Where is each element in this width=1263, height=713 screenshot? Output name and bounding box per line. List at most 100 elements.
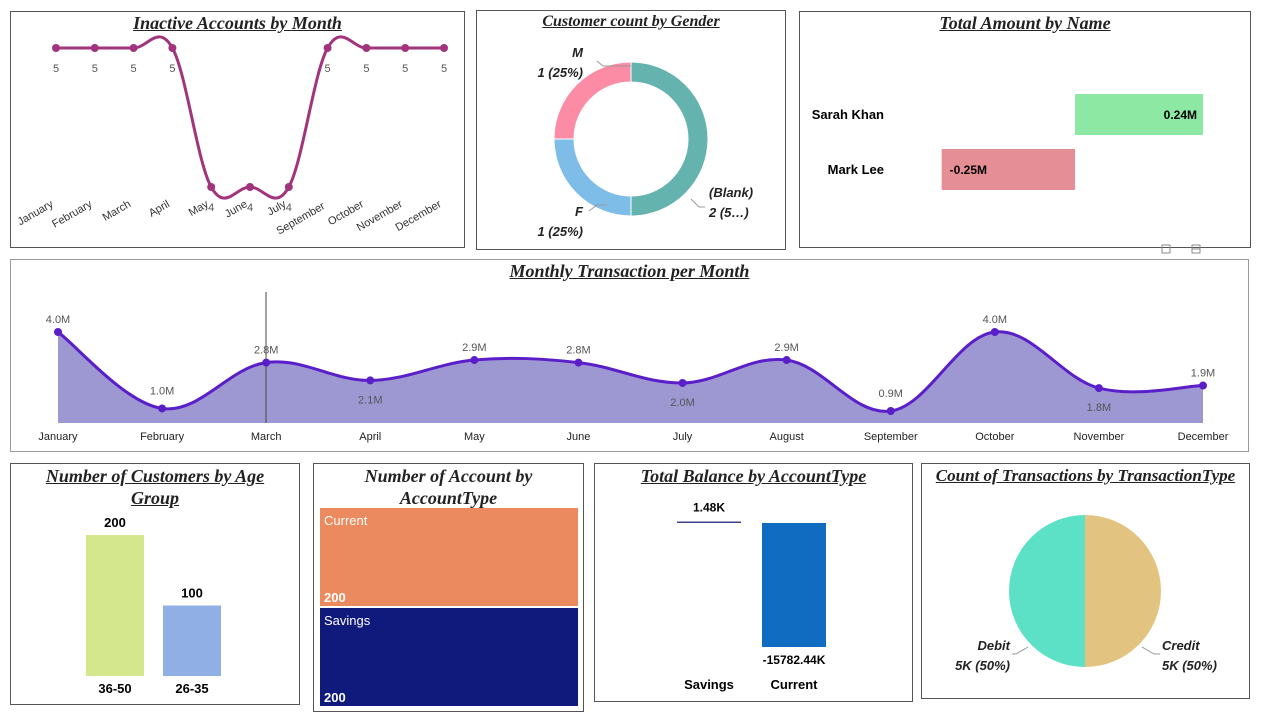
txntype-leader-credit	[1141, 646, 1160, 655]
inactive-x-tick-label: February	[50, 198, 95, 231]
monthly-data-label: 2.9M	[774, 342, 798, 354]
txntype-value-debit: 5K (50%)	[955, 658, 1010, 673]
txntype-panel[interactable]: Count of Transactions by TransactionType…	[921, 463, 1250, 699]
monthly-x-tick-label: June	[567, 431, 591, 443]
gender-donut-chart: M 1 (25%) F 1 (25%) (Blank) 2 (5…)	[537, 45, 753, 239]
balance-value-label: 1.48K	[693, 501, 725, 515]
monthly-point	[1199, 381, 1207, 390]
monthly-point	[886, 407, 895, 415]
txntype-slice-credit	[1085, 515, 1161, 667]
balance-bar	[677, 521, 741, 523]
inactive-x-tick-label: March	[101, 198, 133, 224]
monthly-data-label: 1.0M	[150, 385, 174, 397]
inactive-x-tick-label: January	[16, 198, 56, 228]
monthly-x-tick-label: August	[770, 431, 804, 443]
monthly-x-tick-label: May	[464, 431, 485, 443]
inactive-x-tick-label: April	[147, 198, 172, 219]
gender-panel[interactable]: Customer count by Gender M1 (25%) F 1 (25%…	[476, 10, 786, 250]
monthly-x-tick-label: December	[1178, 431, 1229, 443]
monthly-data-label: 4.0M	[983, 314, 1007, 326]
txntype-label-credit: Credit	[1162, 638, 1200, 653]
inactive-point	[52, 44, 60, 52]
inactive-accounts-chart: 5January5February5March5April 4May 4June 4J…	[16, 35, 448, 238]
gender-value-m: 1 (25%)	[537, 65, 583, 80]
monthly-x-tick-label: April	[359, 431, 381, 443]
inactive-point	[246, 183, 254, 191]
inactive-accounts-panel[interactable]: Inactive Accounts by Month 5 January 5 Febr…	[10, 11, 465, 248]
monthly-point	[782, 356, 791, 365]
age-category-label: 26-35	[175, 681, 208, 696]
gender-value-f: 1 (25%)	[537, 224, 583, 239]
amount-category-label: Sarah Khan	[812, 107, 884, 122]
monthly-data-label: 0.9M	[878, 388, 902, 400]
accttype-value-label: 200	[324, 590, 346, 605]
inactive-data-label: 5	[131, 63, 137, 75]
monthly-data-label: 2.1M	[358, 394, 382, 406]
more-options-icon	[1191, 244, 1201, 254]
inactive-point	[440, 44, 448, 52]
age-bar	[163, 605, 221, 676]
gender-leader-blank	[690, 198, 705, 208]
txntype-value-credit: 5K (50%)	[1162, 658, 1217, 673]
age-bar-chart: 200 36-50 100 26-35	[86, 515, 221, 696]
monthly-point	[678, 378, 687, 387]
accttype-category-label: Current	[324, 513, 368, 528]
monthly-data-label: 1.9M	[1191, 368, 1215, 380]
inactive-point	[168, 44, 177, 52]
txntype-pie-chart: Credit 5K (50%) Debit 5K (50%)	[955, 515, 1217, 673]
monthly-point	[990, 328, 999, 337]
gender-slice-blank	[630, 61, 709, 217]
inactive-data-label: 5	[325, 63, 331, 75]
inactive-point	[323, 44, 332, 52]
age-category-label: 36-50	[98, 681, 131, 696]
accttype-value-label: 200	[324, 690, 346, 705]
txntype-leader-debit	[1012, 646, 1029, 655]
balance-panel[interactable]: Total Balance by AccountType 1.48K Saving…	[594, 463, 913, 702]
gender-value-blank: 2 (5…)	[708, 205, 749, 220]
age-value-label: 100	[181, 586, 203, 601]
monthly-data-label: 2.0M	[670, 397, 694, 409]
txntype-slice-debit	[1009, 515, 1085, 667]
inactive-point	[401, 44, 410, 52]
inactive-data-label: 5	[169, 63, 175, 75]
monthly-panel[interactable]: Monthly Transaction per Month 4.0M Januar…	[10, 259, 1249, 452]
gender-label-m: M	[572, 45, 584, 60]
monthly-x-tick-label: July	[673, 431, 693, 443]
inactive-data-label: 5	[441, 63, 447, 75]
monthly-data-label: 4.0M	[46, 314, 70, 326]
balance-category-label: Current	[771, 677, 819, 692]
monthly-x-tick-label: September	[864, 431, 918, 443]
inactive-point	[207, 183, 216, 191]
monthly-point	[366, 376, 375, 385]
txntype-label-debit: Debit	[978, 638, 1011, 653]
age-value-label: 200	[104, 515, 126, 530]
balance-category-label: Savings	[684, 677, 734, 692]
accttype-category-label: Savings	[324, 613, 371, 628]
monthly-x-tick-label: October	[975, 431, 1014, 443]
monthly-point	[1094, 384, 1103, 393]
accttype-treemap-chart: Current 200 Savings 200	[320, 508, 578, 706]
monthly-data-label: 2.8M	[566, 345, 590, 357]
gender-label-blank: (Blank)	[709, 185, 753, 200]
amount-value-label: -0.25M	[950, 163, 987, 177]
monthly-x-tick-label: January	[38, 431, 78, 443]
age-bar	[86, 535, 144, 676]
balance-value-label: -15782.44K	[763, 653, 826, 667]
inactive-data-label: 5	[402, 63, 408, 75]
monthly-x-tick-label: February	[140, 431, 185, 443]
monthly-point	[574, 358, 583, 367]
inactive-point	[90, 44, 99, 52]
monthly-point	[262, 358, 271, 367]
accttype-panel[interactable]: Number of Account by AccountType Current…	[313, 463, 584, 712]
inactive-x-tick-label: June	[223, 198, 250, 220]
monthly-data-label: 1.8M	[1087, 402, 1111, 414]
amount-category-label: Mark Lee	[828, 162, 884, 177]
amount-value-label: 0.24M	[1164, 108, 1197, 122]
amount-panel[interactable]: Total Amount by Name Sarah Khan 0.24M Mark…	[799, 11, 1251, 254]
balance-bar-chart: 1.48K Savings -15782.44K Current	[677, 501, 826, 692]
focus-mode-icon	[1161, 244, 1171, 254]
inactive-data-label: 5	[53, 63, 59, 75]
inactive-line	[56, 35, 444, 200]
inactive-point	[284, 183, 293, 191]
age-panel[interactable]: Number of Customers by Age Group 200 36-5…	[10, 463, 300, 705]
